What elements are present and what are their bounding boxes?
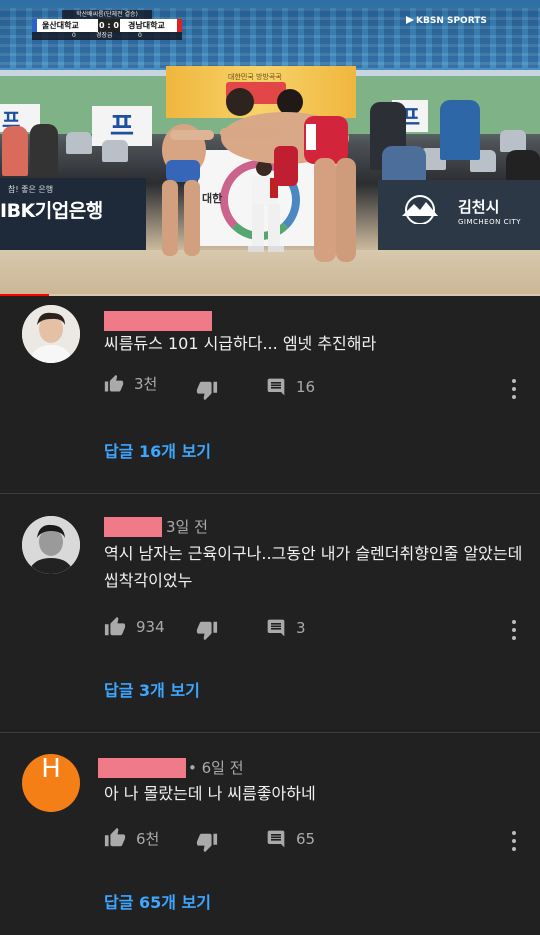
more-options-icon[interactable] — [508, 618, 520, 642]
reply-button[interactable]: 65 — [266, 829, 315, 849]
redacted-username — [104, 311, 212, 331]
comment-time: • 6일 전 — [188, 759, 244, 777]
spectator — [2, 126, 28, 176]
ibk-logo-text: IBK기업은행 — [0, 200, 103, 222]
reply-count: 65 — [296, 830, 316, 848]
broadcaster-logo: KBSN SPORTS — [406, 16, 487, 26]
reply-button[interactable]: 3 — [266, 618, 306, 638]
chair — [102, 140, 128, 162]
gimcheon-english-text: GIMCHEON CITY — [458, 218, 522, 226]
chair — [500, 130, 526, 152]
team-left: 울산대학교 — [42, 21, 79, 30]
avatar[interactable]: H — [22, 754, 80, 812]
redacted-username — [98, 758, 186, 778]
comment: H • 6일 전 아 나 몰랐는데 나 씨름좋아하네 6천 65 답글 65개 … — [0, 733, 540, 935]
thumbs-down-icon — [196, 381, 218, 401]
avatar[interactable] — [22, 305, 80, 363]
sub-score-left: 0 — [72, 32, 76, 39]
dislike-button[interactable] — [196, 619, 218, 641]
more-options-icon[interactable] — [508, 829, 520, 853]
avatar-photo-icon — [22, 516, 80, 574]
chair — [66, 132, 92, 154]
more-options-icon[interactable] — [508, 377, 520, 401]
thumbs-up-icon — [104, 616, 126, 636]
spectator — [506, 150, 540, 184]
video-progress-bar[interactable] — [0, 294, 540, 296]
match-score: 0 : 0 — [98, 19, 120, 32]
progress-fill — [0, 294, 49, 296]
comment-icon — [267, 378, 285, 396]
video-player[interactable]: 프 프 프 대한민국 방방곡곡 대한 참! 좋은 은행 IBK기업은행 김천시 … — [0, 0, 540, 296]
like-button[interactable]: 6천 — [104, 827, 159, 849]
team-right: 경남대학교 — [128, 21, 165, 30]
wrestler-red — [220, 88, 356, 262]
like-count: 6천 — [136, 829, 160, 848]
view-replies-link[interactable]: 답글 16개 보기 — [104, 438, 211, 462]
sub-score-right: 0 — [138, 32, 142, 39]
comment-text: 씨름듀스 101 시급하다... 엠넷 추진해라 — [104, 334, 377, 353]
gimcheon-logo-text: 김천시 — [458, 198, 500, 216]
like-count: 3천 — [134, 375, 158, 393]
spectator — [30, 124, 58, 176]
comment: 3일 전 역시 남자는 근육이구나..그동안 내가 슬렌더취향인줄 알았는데 씹… — [0, 494, 540, 731]
reply-button[interactable]: 16 — [266, 377, 315, 397]
banner-text: 대한민국 방방곡곡 — [228, 73, 282, 81]
weight-class: 경장급 — [96, 32, 113, 39]
like-button[interactable]: 934 — [104, 616, 165, 638]
comment-text: 역시 남자는 근육이구나..그동안 내가 슬렌더취향인줄 알았는데 씹착각이었누 — [104, 544, 523, 590]
comment: 씨름듀스 101 시급하다... 엠넷 추진해라 3천 16 답글 16개 보기 — [0, 297, 540, 494]
comment-time: 3일 전 — [166, 518, 208, 536]
avatar-letter: H — [41, 754, 61, 784]
gimcheon-logo-icon — [402, 195, 438, 224]
play-icon — [406, 16, 414, 24]
avatar-photo-icon — [22, 305, 80, 363]
scoreboard: 학산배씨름(단체전 결승) 울산대학교 0 : 0 경남대학교 0 경장급 0 — [32, 10, 182, 40]
like-button[interactable]: 3천 — [104, 373, 157, 394]
comment-text: 아 나 몰랐는데 나 씨름좋아하네 — [104, 784, 316, 803]
thumbs-down-icon — [196, 621, 218, 641]
view-replies-link[interactable]: 답글 65개 보기 — [104, 889, 211, 913]
thumbs-up-icon — [104, 374, 124, 391]
reply-count: 3 — [296, 619, 306, 637]
redacted-username — [104, 517, 162, 537]
comment-icon — [267, 619, 285, 637]
ibk-slogan: 참! 좋은 은행 — [8, 185, 54, 194]
thumbs-up-icon — [104, 827, 126, 847]
dislike-button[interactable] — [196, 831, 218, 853]
view-replies-link[interactable]: 답글 3개 보기 — [104, 677, 200, 701]
spectator — [440, 100, 480, 160]
avatar[interactable] — [22, 516, 80, 574]
reply-count: 16 — [296, 378, 316, 396]
tournament-name: 학산배씨름(단체전 결승) — [62, 10, 152, 19]
like-count: 934 — [136, 618, 165, 636]
dislike-button[interactable] — [196, 379, 218, 401]
comment-icon — [267, 830, 285, 848]
thumbs-down-icon — [196, 833, 218, 853]
